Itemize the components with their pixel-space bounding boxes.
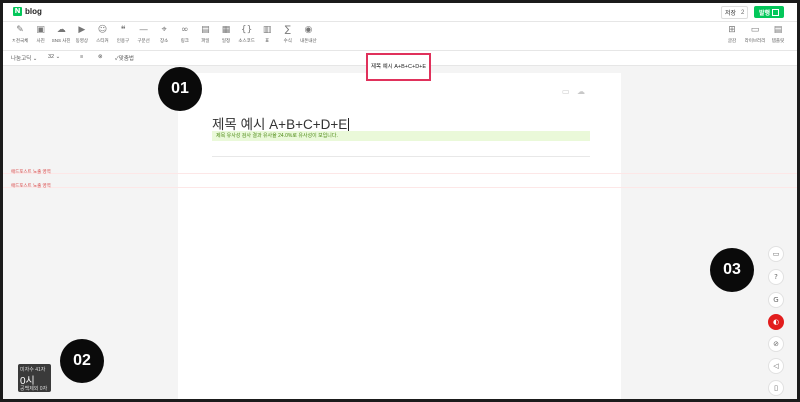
save-label: 저장 — [725, 11, 737, 17]
toolbar-tool-3[interactable]: ▶ 동영상 — [71, 25, 93, 44]
toolbar-right-tool-2[interactable]: ▤ 템플릿 — [767, 25, 789, 44]
editor-window: N blog 저장 2 발행 ✎ ㅊ천국체 ▣ 사진 ☁ SNS 사진 ▶ 동영상 ☺ 스티커 ❝ 인… — [3, 3, 797, 399]
tool-label: SNS 사진 — [51, 38, 71, 43]
word-count-widget[interactable]: 미자수 41자 0시 공백제외 0자 — [18, 364, 51, 392]
tool-icon: ⊞ — [728, 25, 736, 35]
text-caret — [348, 118, 350, 131]
tool-label: 스티커 — [96, 38, 109, 43]
help-icon[interactable]: ? — [768, 269, 784, 285]
top-bar: N blog 저장 2 발행 — [3, 3, 797, 22]
tool-label: 인용구 — [116, 38, 130, 43]
font-size-select[interactable]: 32 ⌄ — [48, 54, 60, 60]
tool-label: 파일 — [201, 38, 210, 43]
post-title[interactable]: 제목 예시 A+B+C+D+E — [212, 113, 350, 133]
tool-icon: ∑ — [284, 25, 291, 35]
image-icon[interactable]: ▭ — [562, 87, 570, 96]
tool-label: 동영상 — [75, 38, 88, 43]
tool-icon: ⌖ — [161, 25, 167, 35]
title-divider — [212, 156, 590, 157]
tool-label: ㅊ천국체 — [11, 38, 29, 43]
tool-icon: ▦ — [221, 25, 231, 35]
blog-logo[interactable]: N blog — [13, 7, 42, 16]
ad-area-label: 애드포스트 노출 영역 — [11, 169, 51, 174]
tool-icon: ▭ — [750, 25, 760, 35]
sound-icon[interactable]: ◁ — [768, 358, 784, 374]
toolbar-tool-4[interactable]: ☺ 스티커 — [91, 25, 113, 44]
tool-label: 링크 — [180, 38, 189, 43]
insert-toolbar: ✎ ㅊ천국체 ▣ 사진 ☁ SNS 사진 ▶ 동영상 ☺ 스티커 ❝ 인용구 — 구분선 ⌖ 장소 ∞ 링크 ▤ 파일… — [3, 22, 797, 51]
logo-text: blog — [25, 7, 42, 16]
tool-icon: ☺ — [97, 25, 108, 35]
title-similarity-notice: 제목 유사성 검사 결과 유사율 24.0%로 유사성이 보입니다. — [212, 131, 590, 141]
tool-icon: {} — [240, 25, 253, 35]
page-icon — [772, 8, 780, 16]
save-count[interactable]: 2 — [741, 10, 744, 16]
font-select[interactable]: 나눔고딕 ⌄ — [11, 54, 37, 62]
ad-area-line — [3, 187, 797, 188]
toolbar-tool-14[interactable]: ◉ 내돈내산 — [297, 25, 319, 44]
tool-icon: ∞ — [181, 25, 189, 35]
toolbar-tool-6[interactable]: — 구분선 — [133, 25, 155, 44]
tool-label: 구분선 — [137, 38, 150, 43]
toolbar-tool-8[interactable]: ∞ 링크 — [174, 25, 196, 44]
marker-02: 02 — [60, 339, 104, 383]
tool-icon: ❝ — [120, 25, 126, 35]
tool-icon: ▤ — [773, 25, 783, 35]
toolbar-tool-2[interactable]: ☁ SNS 사진 — [50, 25, 72, 44]
tool-icon: ▶ — [78, 25, 86, 35]
publish-button[interactable]: 발행 — [754, 6, 784, 18]
mute-mic-icon[interactable]: ⊘ — [768, 336, 784, 352]
tool-label: 내돈내산 — [300, 38, 317, 43]
toolbar-tool-0[interactable]: ✎ ㅊ천국체 — [9, 25, 31, 44]
cloud-icon[interactable]: ☁ — [577, 87, 585, 96]
tool-icon: ✎ — [16, 25, 24, 35]
tool-icon: ◉ — [304, 25, 313, 35]
tool-label: 글감 — [727, 38, 737, 43]
tool-label: 일정 — [221, 38, 231, 43]
grammar-icon[interactable]: G — [768, 292, 784, 308]
toolbar-tool-7[interactable]: ⌖ 장소 — [153, 25, 175, 44]
toolbar-tool-13[interactable]: ∑ 수식 — [277, 25, 299, 44]
toolbar-tool-1[interactable]: ▣ 사진 — [30, 25, 52, 44]
tool-icon: ▥ — [262, 25, 272, 35]
record-icon[interactable]: ◐ — [768, 314, 784, 330]
char-count-no-space: 공백제외 0자 — [20, 386, 48, 392]
toolbar-right-tool-1[interactable]: ▭ 라이브러리 — [744, 25, 766, 44]
ad-area-line — [3, 173, 797, 174]
monitor-icon[interactable]: ▭ — [768, 246, 784, 262]
tool-icon: ▤ — [201, 25, 210, 35]
tool-label: 사진 — [36, 38, 45, 43]
toolbar-tool-12[interactable]: ▥ 표 — [256, 25, 278, 44]
tool-label: 수식 — [283, 38, 292, 43]
toolbar-tool-11[interactable]: {} 소스코드 — [236, 25, 258, 44]
marker-01: 01 — [158, 67, 202, 111]
document-icon[interactable]: ▯ — [768, 380, 784, 396]
tool-label: 템플릿 — [771, 38, 785, 43]
align-icon[interactable]: ≡ — [80, 54, 83, 60]
tool-icon: — — [139, 25, 149, 35]
tool-label: 표 — [265, 38, 270, 43]
save-button[interactable]: 저장 2 — [721, 6, 749, 19]
tool-icon: ☁ — [56, 25, 66, 35]
marker-03: 03 — [710, 248, 754, 292]
ad-area-label: 애드포스트 노출 영역 — [11, 183, 51, 188]
toolbar-tool-9[interactable]: ▤ 파일 — [194, 25, 216, 44]
toolbar-tool-5[interactable]: ❝ 인용구 — [112, 25, 134, 44]
tool-label: 장소 — [160, 38, 169, 43]
tool-label: 라이브러리 — [744, 38, 766, 43]
spell-check-button[interactable]: ✓맞춤법 — [115, 54, 134, 62]
toolbar-right-tool-0[interactable]: ⊞ 글감 — [721, 25, 743, 44]
toolbar-tool-10[interactable]: ▦ 일정 — [215, 25, 237, 44]
tool-label: 소스코드 — [238, 38, 255, 43]
publish-label: 발행 — [758, 10, 771, 17]
title-callout: 제목 예시 A+B+C+D+E — [366, 53, 431, 81]
tool-icon: ▣ — [36, 25, 45, 35]
naver-logo-icon: N — [13, 7, 22, 16]
clear-format-icon[interactable]: ⊗ — [98, 54, 103, 60]
